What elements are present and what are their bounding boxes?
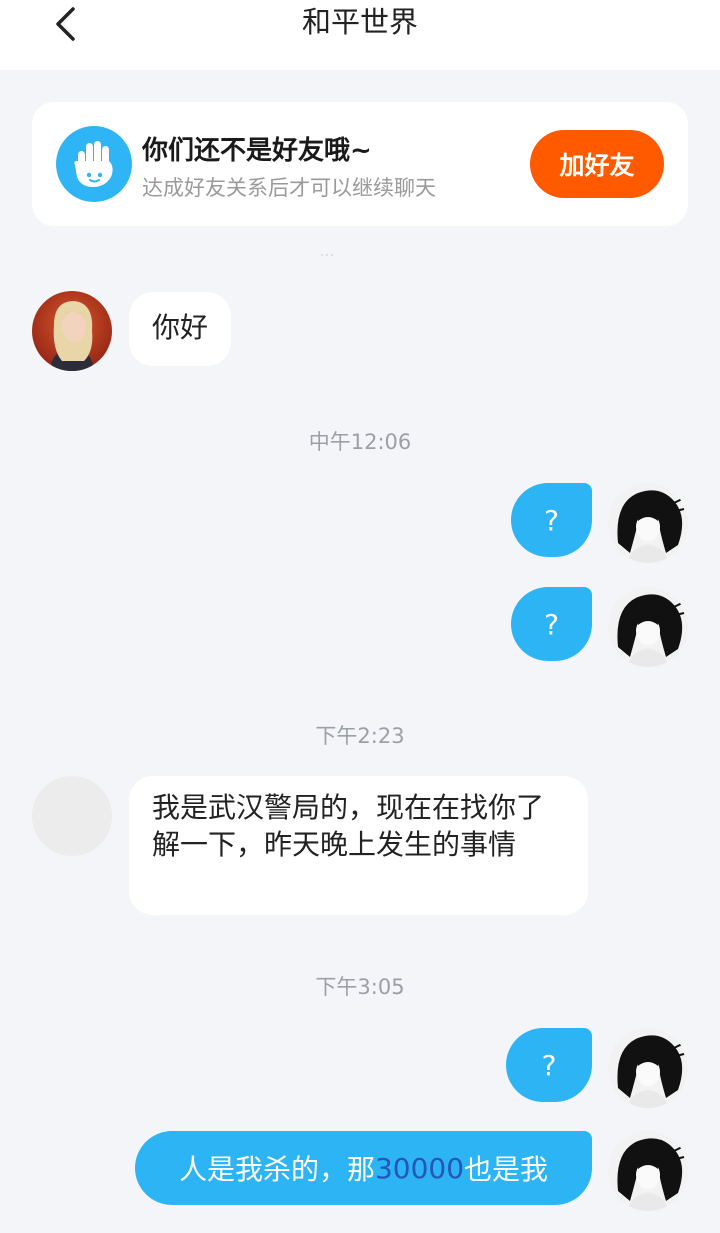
message-bubble-incoming[interactable]: 你好 [129,292,232,366]
contact-avatar-placeholder[interactable] [32,776,112,856]
message-text: 也是我 [464,1153,549,1186]
timestamp: 下午2:23 [315,724,405,748]
message-highlight-number: 30000 [374,1151,465,1185]
top-bar: 和平世界 [0,0,720,70]
message-bubble-outgoing[interactable]: ? [511,587,592,661]
message-text: 人是我杀的，那 [178,1153,375,1186]
contact-avatar[interactable] [32,291,112,371]
friend-prompt-title: 你们还不是好友哦~ [142,136,372,166]
my-avatar[interactable] [608,1131,688,1211]
message-bubble-outgoing[interactable]: 人是我杀的，那 30000 也是我 [135,1131,592,1205]
divider-dots [312,254,342,260]
add-friend-button[interactable]: 加好友 [530,130,664,198]
message-bubble-outgoing[interactable]: ? [511,483,592,557]
my-avatar[interactable] [608,587,688,667]
my-avatar[interactable] [608,1028,688,1108]
friend-prompt-subtitle: 达成好友关系后才可以继续聊天 [142,176,436,200]
friend-prompt-card: 你们还不是好友哦~ 达成好友关系后才可以继续聊天 加好友 [32,102,688,226]
message-bubble-outgoing[interactable]: ? [506,1028,592,1102]
timestamp: 中午12:06 [308,430,412,454]
message-bubble-incoming[interactable]: 我是武汉警局的，现在在找你了解一下，昨天晚上发生的事情 [129,776,588,915]
hand-wave-icon [56,126,132,202]
page-title: 和平世界 [301,5,418,39]
timestamp: 下午3:05 [315,975,405,999]
my-avatar[interactable] [608,483,688,563]
